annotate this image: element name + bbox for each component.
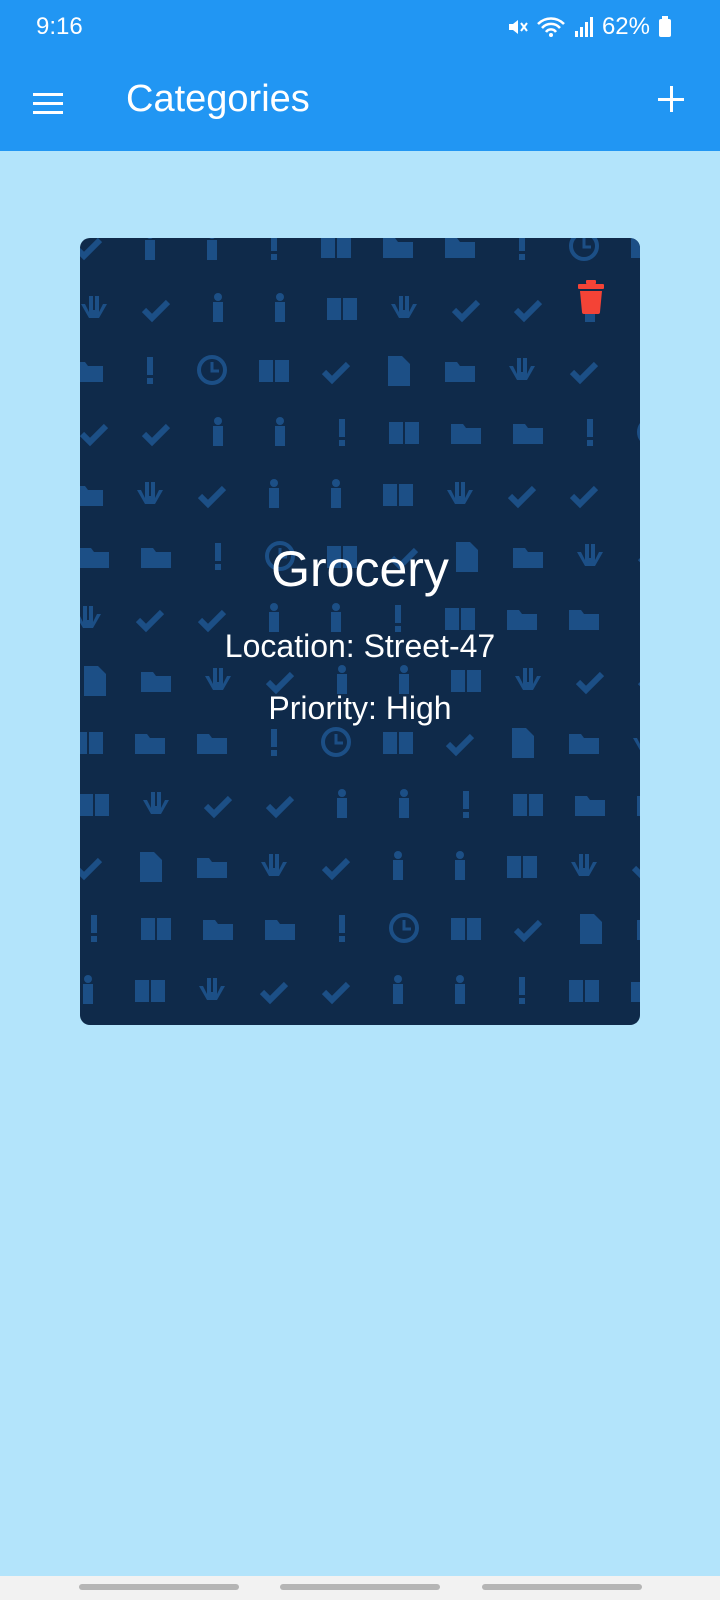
battery-icon [659, 16, 671, 37]
add-category-button[interactable] [650, 78, 694, 122]
app-bar: Categories [0, 52, 720, 151]
status-icons: 62% [506, 13, 672, 41]
status-time: 9:16 [36, 13, 83, 40]
hamburger-menu-line [33, 111, 63, 114]
plus-icon-bar [658, 98, 684, 101]
menu-button[interactable] [26, 82, 70, 126]
battery-percentage: 62% [601, 13, 650, 40]
card-content: Grocery Location: Street-47 Priority: Hi… [80, 238, 640, 1025]
nav-recents-button[interactable] [79, 1584, 239, 1590]
mute-icon [508, 20, 528, 34]
hamburger-menu-icon [33, 93, 63, 96]
status-bar: 9:16 62% [0, 0, 720, 52]
trash-icon [578, 280, 604, 314]
system-navigation-bar [0, 1576, 720, 1600]
category-location: Location: Street-47 [224, 628, 496, 664]
signal-icon [574, 17, 593, 37]
nav-back-button[interactable] [482, 1584, 642, 1590]
wifi-icon [537, 17, 565, 37]
nav-home-button[interactable] [280, 1584, 440, 1590]
hamburger-menu-line [33, 102, 63, 105]
category-name: Grocery [271, 541, 449, 597]
delete-category-button[interactable] [577, 280, 605, 314]
category-priority: Priority: High [268, 690, 452, 726]
category-card[interactable]: Grocery Location: Street-47 Priority: Hi… [80, 238, 640, 1025]
page-title: Categories [126, 78, 310, 120]
